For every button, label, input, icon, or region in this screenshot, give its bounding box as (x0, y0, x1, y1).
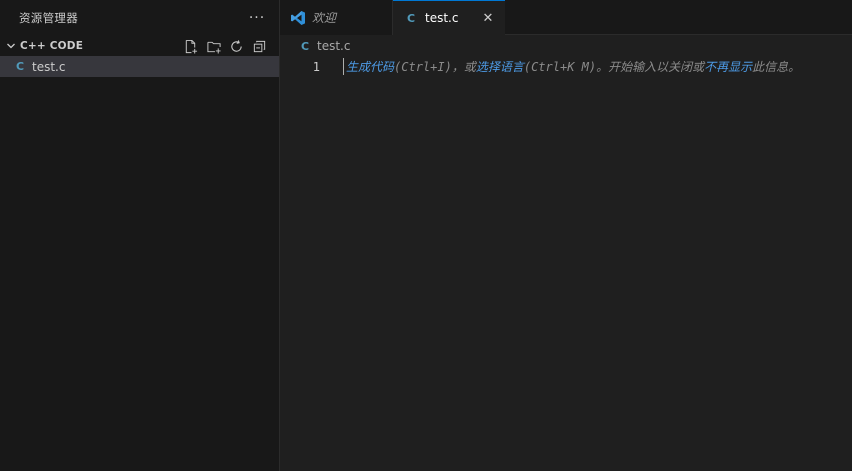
code-line-1[interactable]: 1 生成代码 (Ctrl+I)，或 选择语言 (Ctrl+K M)。开始输入以关… (280, 57, 852, 76)
explorer-header: 资源管理器 ··· (0, 0, 279, 36)
dont-show-again-link[interactable]: 不再显示 (704, 58, 752, 75)
refresh-icon[interactable] (227, 37, 246, 56)
collapse-all-icon[interactable] (250, 37, 269, 56)
hint-text-3: 此信息。 (752, 60, 801, 74)
breadcrumb: C test.c (280, 35, 852, 57)
c-file-icon: C (301, 39, 310, 53)
vscode-icon (290, 10, 306, 26)
editor-area: 欢迎 C test.c ✕ C test.c 1 生成代码 (Ctrl+I)，或… (280, 0, 852, 471)
new-folder-icon[interactable] (204, 37, 223, 56)
explorer-title: 资源管理器 (19, 11, 78, 25)
explorer-sidebar: 资源管理器 ··· C++ CODE C test.c (0, 0, 280, 471)
generate-code-link[interactable]: 生成代码 (346, 58, 394, 75)
more-actions-button[interactable]: ··· (247, 10, 267, 26)
file-item-test-c[interactable]: C test.c (0, 56, 279, 77)
breadcrumb-file[interactable]: test.c (317, 39, 350, 53)
c-file-icon: C (16, 60, 25, 73)
tab-test-c-label: test.c (425, 11, 459, 25)
line-number: 1 (312, 59, 320, 74)
new-file-icon[interactable] (181, 37, 200, 56)
chevron-down-icon (4, 41, 18, 51)
tab-welcome-label: 欢迎 (312, 11, 337, 25)
hint-text-2: (Ctrl+K M)。开始输入以关闭或 (523, 60, 705, 74)
text-cursor (343, 58, 344, 75)
tab-test-c[interactable]: C test.c ✕ (393, 0, 505, 36)
hint-text-1: (Ctrl+I)，或 (394, 60, 476, 74)
vscode-window: 资源管理器 ··· C++ CODE C test.c 欢迎 C test.c … (0, 0, 852, 471)
c-file-icon: C (407, 11, 416, 25)
workspace-section-header[interactable]: C++ CODE (0, 36, 279, 56)
close-icon[interactable]: ✕ (479, 9, 497, 27)
section-actions (181, 37, 269, 56)
tab-bar: 欢迎 C test.c ✕ (280, 0, 852, 36)
editor-hint: 生成代码 (Ctrl+I)，或 选择语言 (Ctrl+K M)。开始输入以关闭或… (343, 57, 801, 76)
tab-welcome[interactable]: 欢迎 (280, 0, 393, 35)
select-language-link[interactable]: 选择语言 (476, 58, 524, 75)
file-name: test.c (32, 59, 66, 74)
workspace-name: C++ CODE (20, 40, 84, 52)
